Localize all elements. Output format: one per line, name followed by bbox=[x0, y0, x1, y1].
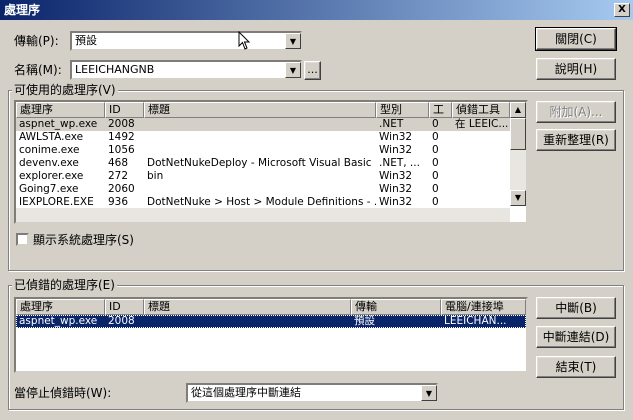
when-stop-value: 從這個處理序中斷連結 bbox=[191, 386, 301, 399]
list-item[interactable]: AWLSTA.exe 1492 Win32 0 bbox=[16, 131, 526, 144]
column-header-session[interactable]: 工 bbox=[429, 102, 452, 118]
cell-debugger bbox=[452, 170, 510, 183]
list-item[interactable]: aspnet_wp.exe 2008 預設 LEEICHAN... bbox=[16, 315, 526, 328]
cell-session: 0 bbox=[432, 157, 439, 169]
name-dropdown-arrow-icon[interactable]: ▼ bbox=[285, 62, 301, 78]
column-header-id[interactable]: ID bbox=[105, 299, 144, 315]
when-stop-dropdown-arrow-icon[interactable]: ▼ bbox=[421, 385, 437, 401]
cell-session: 0 bbox=[432, 118, 439, 130]
show-system-processes-label: 顯示系統處理序(S) bbox=[33, 233, 134, 247]
cell-debugger bbox=[452, 144, 510, 157]
column-header-machine[interactable]: 電腦/連接埠 bbox=[441, 299, 526, 315]
cell-id: 2008 bbox=[108, 315, 135, 327]
scroll-up-arrow-icon[interactable]: ▲ bbox=[510, 102, 526, 118]
cell-debugger bbox=[452, 157, 510, 170]
cell-process: aspnet_wp.exe bbox=[19, 118, 98, 130]
detach-button[interactable]: 中斷連結(D) bbox=[536, 326, 616, 348]
available-processes-list[interactable]: 處理序 ID 標題 型別 工 偵錯工具 aspnet_wp.exe 2008 .… bbox=[14, 100, 528, 224]
cell-title bbox=[144, 315, 351, 328]
break-button[interactable]: 中斷(B) bbox=[536, 297, 616, 319]
cell-type: Win32 bbox=[379, 144, 413, 156]
transport-combo[interactable]: 預設 bbox=[70, 31, 302, 51]
available-list-hscrollbar[interactable] bbox=[16, 208, 510, 222]
cell-type: Win32 bbox=[379, 131, 413, 143]
cell-process: aspnet_wp.exe bbox=[19, 315, 98, 327]
transport-value: 預設 bbox=[75, 34, 97, 47]
cell-type: Win32 bbox=[379, 170, 413, 182]
available-processes-title: 可使用的處理序(V) bbox=[12, 83, 118, 97]
cell-id: 1492 bbox=[108, 131, 135, 143]
cell-type: Win32 bbox=[379, 183, 413, 195]
cell-process: AWLSTA.exe bbox=[19, 131, 84, 143]
transport-label: 傳輸(P): bbox=[14, 34, 59, 48]
list-item[interactable]: Going7.exe 2060 Win32 0 bbox=[16, 183, 526, 196]
cell-id: 468 bbox=[108, 157, 129, 169]
cell-title bbox=[144, 144, 376, 157]
cell-session: 0 bbox=[432, 131, 439, 143]
column-header-debugger[interactable]: 偵錯工具 bbox=[452, 102, 510, 118]
name-combo[interactable]: LEEICHANGNB bbox=[70, 60, 302, 80]
when-stop-combo[interactable]: 從這個處理序中斷連結 bbox=[186, 383, 438, 403]
cell-title bbox=[144, 131, 376, 144]
transport-dropdown-arrow-icon[interactable]: ▼ bbox=[285, 33, 301, 49]
cell-id: 2008 bbox=[108, 118, 135, 130]
mouse-cursor-icon bbox=[238, 31, 251, 50]
scroll-down-arrow-icon[interactable]: ▼ bbox=[510, 190, 526, 206]
cell-title: DotNetNukeDeploy - Microsoft Visual Basi… bbox=[147, 157, 376, 169]
cell-type: .NET bbox=[379, 118, 404, 130]
terminate-button[interactable]: 結束(T) bbox=[536, 356, 616, 378]
cell-type: .NET, ... bbox=[379, 157, 420, 169]
list-item[interactable]: aspnet_wp.exe 2008 .NET 0 在 LEEIC... bbox=[16, 118, 526, 131]
cell-title bbox=[144, 118, 376, 131]
debugged-processes-list[interactable]: 處理序 ID 標題 傳輸 電腦/連接埠 aspnet_wp.exe 2008 預… bbox=[14, 297, 528, 373]
list-item[interactable]: conime.exe 1056 Win32 0 bbox=[16, 144, 526, 157]
close-window-button[interactable]: X bbox=[614, 3, 630, 17]
window-title-bar: 處理序 bbox=[0, 0, 633, 20]
name-value: LEEICHANGNB bbox=[75, 63, 155, 76]
column-header-transport[interactable]: 傳輸 bbox=[351, 299, 441, 315]
cell-debugger bbox=[452, 183, 510, 196]
name-label: 名稱(M): bbox=[14, 63, 62, 77]
cell-session: 0 bbox=[432, 183, 439, 195]
when-stop-label: 當停止偵錯時(W): bbox=[14, 386, 112, 400]
list-item[interactable]: explorer.exe 272 bin Win32 0 bbox=[16, 170, 526, 183]
column-header-id[interactable]: ID bbox=[105, 102, 144, 118]
close-button[interactable]: 關閉(C) bbox=[535, 27, 617, 51]
browse-machine-button[interactable]: ... bbox=[304, 61, 321, 80]
cell-title: bin bbox=[147, 170, 164, 182]
cell-process: devenv.exe bbox=[19, 157, 79, 169]
debugged-list-header: 處理序 ID 標題 傳輸 電腦/連接埠 bbox=[16, 299, 526, 315]
cell-machine: LEEICHAN... bbox=[444, 315, 507, 327]
close-icon: X bbox=[618, 4, 626, 15]
cell-debugger bbox=[452, 131, 510, 144]
cell-id: 2060 bbox=[108, 183, 135, 195]
cell-debugger: 在 LEEIC... bbox=[455, 118, 509, 130]
cell-id: 272 bbox=[108, 170, 129, 182]
attach-button[interactable]: 附加(A)... bbox=[536, 101, 616, 123]
column-header-title[interactable]: 標題 bbox=[144, 299, 351, 315]
column-header-process[interactable]: 處理序 bbox=[16, 299, 105, 315]
cell-process: explorer.exe bbox=[19, 170, 84, 182]
column-header-process[interactable]: 處理序 bbox=[16, 102, 105, 118]
scroll-thumb[interactable] bbox=[510, 118, 526, 150]
cell-process: conime.exe bbox=[19, 144, 80, 156]
cell-title bbox=[144, 183, 376, 196]
cell-id: 1056 bbox=[108, 144, 135, 156]
column-header-title[interactable]: 標題 bbox=[144, 102, 376, 118]
refresh-button[interactable]: 重新整理(R) bbox=[536, 129, 616, 151]
column-header-type[interactable]: 型別 bbox=[376, 102, 429, 118]
cell-transport: 預設 bbox=[354, 315, 375, 327]
available-list-header: 處理序 ID 標題 型別 工 偵錯工具 bbox=[16, 102, 526, 118]
list-item[interactable]: devenv.exe 468 DotNetNukeDeploy - Micros… bbox=[16, 157, 526, 170]
cell-session: 0 bbox=[432, 144, 439, 156]
cell-process: Going7.exe bbox=[19, 183, 79, 195]
window-title: 處理序 bbox=[4, 3, 41, 17]
debugged-processes-title: 已偵錯的處理序(E) bbox=[12, 278, 117, 292]
help-button[interactable]: 說明(H) bbox=[536, 58, 616, 80]
show-system-processes-checkbox[interactable] bbox=[16, 233, 29, 246]
cell-session: 0 bbox=[432, 170, 439, 182]
